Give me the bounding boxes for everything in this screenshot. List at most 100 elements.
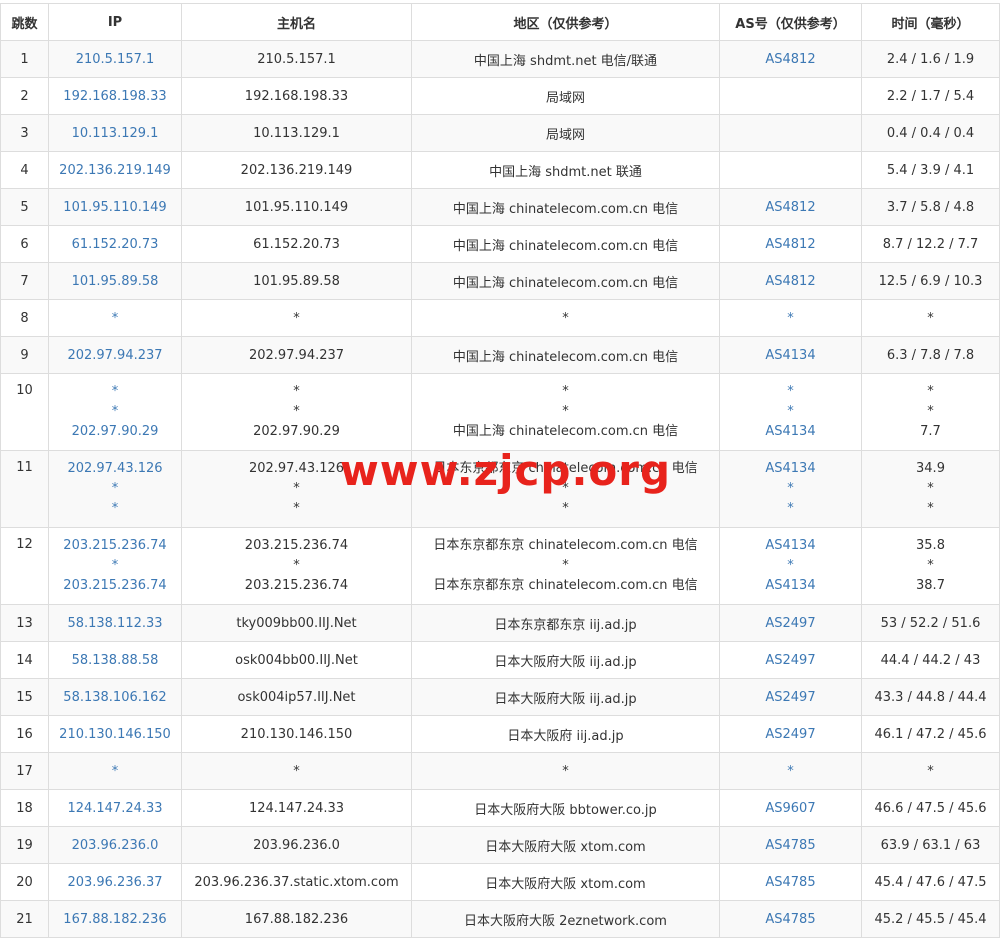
hop-cell: 15 (0, 678, 49, 716)
ip-cell-line[interactable]: * (112, 556, 119, 576)
time-cell-line: * (927, 384, 934, 399)
time-cell-value: 3.7 / 5.8 / 4.8 (886, 199, 975, 215)
time-cell-value: 53 / 52.2 / 51.6 (880, 615, 981, 631)
hostname-cell: 202.97.94.237 (181, 336, 412, 374)
asn-cell-value[interactable]: * (787, 311, 794, 326)
ip-cell-line[interactable]: * (112, 382, 119, 402)
ip-cell-line[interactable]: * (112, 402, 119, 422)
asn-cell-value[interactable]: AS2497 (765, 727, 815, 742)
table-row: 7 101.95.89.58 101.95.89.58 中国上海 chinatelec… (0, 262, 1000, 300)
time-cell: * (861, 299, 1000, 337)
time-cell-line: 7.7 (920, 424, 941, 439)
region-cell: 日本大阪府大阪 xtom.com (411, 826, 720, 864)
region-cell-line: 日本东京都东京 chinatelecom.com.cn 电信 (433, 538, 698, 553)
hostname-cell-value: osk004ip57.IIJ.Net (237, 689, 356, 705)
time-cell: 53 / 52.2 / 51.6 (861, 604, 1000, 642)
asn-cell: AS2497 (719, 604, 862, 642)
asn-cell-value[interactable]: AS4785 (765, 838, 815, 853)
time-cell-value: 8.7 / 12.2 / 7.7 (882, 236, 979, 252)
hostname-cell-value: osk004bb00.IIJ.Net (235, 652, 358, 668)
ip-cell-value[interactable]: 202.136.219.149 (59, 163, 171, 178)
ip-cell-line[interactable]: 203.215.236.74 (63, 536, 166, 556)
asn-cell-value[interactable]: AS2497 (765, 616, 815, 631)
ip-cell: 101.95.89.58 (48, 262, 182, 300)
ip-cell-line[interactable]: * (112, 499, 119, 519)
ip-cell-value[interactable]: 124.147.24.33 (67, 801, 162, 816)
ip-cell-value[interactable]: 101.95.110.149 (63, 200, 166, 215)
ip-cell-value[interactable]: 10.113.129.1 (72, 126, 159, 141)
ip-cell-value[interactable]: 203.96.236.0 (72, 838, 159, 853)
hostname-cell: * * 202.97.90.29 (181, 373, 412, 451)
ip-cell-value[interactable]: 202.97.94.237 (67, 348, 162, 363)
region-cell-line: 日本东京都东京 chinatelecom.com.cn 电信 (433, 578, 698, 593)
asn-cell-value[interactable]: AS4785 (765, 875, 815, 890)
time-cell-line: 34.9 (916, 461, 945, 476)
asn-cell: AS4134 * AS4134 (719, 527, 862, 605)
asn-cell-value[interactable]: AS4134 (765, 348, 815, 363)
asn-cell-line[interactable]: * (787, 479, 794, 499)
time-cell-value: 0.4 / 0.4 / 0.4 (886, 125, 975, 141)
ip-cell-value[interactable]: 58.138.88.58 (72, 653, 159, 668)
ip-cell-value[interactable]: 210.130.146.150 (59, 727, 171, 742)
hostname-cell: 124.147.24.33 (181, 789, 412, 827)
region-cell-value: 日本大阪府大阪 iij.ad.jp (494, 654, 637, 670)
asn-cell-line[interactable]: AS4134 (765, 459, 815, 479)
ip-cell-value[interactable]: 58.138.106.162 (63, 690, 166, 705)
hostname-cell-value: 192.168.198.33 (244, 88, 349, 104)
time-cell-value: * (927, 763, 934, 779)
asn-cell-value[interactable]: AS2497 (765, 690, 815, 705)
ip-cell: * (48, 299, 182, 337)
asn-cell-value[interactable]: AS9607 (765, 801, 815, 816)
table-row: 10 * * 202.97.90.29 * * 202.97.90.29 * * 中国上海 chi… (0, 373, 1000, 451)
ip-cell-line[interactable]: * (112, 479, 119, 499)
asn-cell-line[interactable]: AS4134 (765, 422, 815, 442)
table-row: 15 58.138.106.162 osk004ip57.IIJ.Net 日本大阪府大… (0, 678, 1000, 716)
time-cell: * * 7.7 (861, 373, 1000, 451)
ip-cell: 58.138.88.58 (48, 641, 182, 679)
asn-cell-value[interactable]: AS4812 (765, 200, 815, 215)
time-cell: 45.4 / 47.6 / 47.5 (861, 863, 1000, 901)
asn-cell (719, 77, 862, 115)
ip-cell-value[interactable]: * (112, 764, 119, 779)
asn-cell-line[interactable]: AS4134 (765, 536, 815, 556)
table-row: 4 202.136.219.149 202.136.219.149 中国上海 shdm… (0, 151, 1000, 189)
ip-cell: 202.97.94.237 (48, 336, 182, 374)
hop-cell: 14 (0, 641, 49, 679)
asn-cell-value[interactable]: * (787, 764, 794, 779)
asn-cell-line[interactable]: * (787, 402, 794, 422)
ip-cell-value[interactable]: * (112, 311, 119, 326)
time-cell-value: 6.3 / 7.8 / 7.8 (886, 347, 975, 363)
time-cell: 0.4 / 0.4 / 0.4 (861, 114, 1000, 152)
region-cell: 日本大阪府大阪 xtom.com (411, 863, 720, 901)
asn-cell-line[interactable]: * (787, 556, 794, 576)
ip-cell-value[interactable]: 61.152.20.73 (72, 237, 159, 252)
table-row: 5 101.95.110.149 101.95.110.149 中国上海 chinat… (0, 188, 1000, 226)
asn-cell-value[interactable]: AS4812 (765, 274, 815, 289)
ip-cell-line[interactable]: 202.97.43.126 (67, 459, 162, 479)
hop-cell: 18 (0, 789, 49, 827)
asn-cell-value[interactable]: AS2497 (765, 653, 815, 668)
ip-cell-value[interactable]: 192.168.198.33 (63, 89, 166, 104)
asn-cell-value[interactable]: AS4785 (765, 912, 815, 927)
hop-cell: 1 (0, 40, 49, 78)
asn-cell-value[interactable]: AS4812 (765, 52, 815, 67)
hop-cell: 19 (0, 826, 49, 864)
time-cell: 3.7 / 5.8 / 4.8 (861, 188, 1000, 226)
time-cell: 8.7 / 12.2 / 7.7 (861, 225, 1000, 263)
region-cell: 局域网 (411, 114, 720, 152)
ip-cell-value[interactable]: 58.138.112.33 (67, 616, 162, 631)
ip-cell-value[interactable]: 167.88.182.236 (63, 912, 166, 927)
ip-cell-line[interactable]: 202.97.90.29 (72, 422, 159, 442)
asn-cell: * (719, 752, 862, 790)
time-cell-line: 38.7 (916, 578, 945, 593)
ip-cell-value[interactable]: 203.96.236.37 (67, 875, 162, 890)
asn-cell: AS4134 * * (719, 450, 862, 528)
ip-cell-value[interactable]: 101.95.89.58 (72, 274, 159, 289)
asn-cell-line[interactable]: AS4134 (765, 576, 815, 596)
asn-cell-value[interactable]: AS4812 (765, 237, 815, 252)
region-cell-value: 日本大阪府大阪 bbtower.co.jp (474, 802, 657, 818)
ip-cell-value[interactable]: 210.5.157.1 (76, 52, 155, 67)
asn-cell-line[interactable]: * (787, 382, 794, 402)
asn-cell-line[interactable]: * (787, 499, 794, 519)
ip-cell-line[interactable]: 203.215.236.74 (63, 576, 166, 596)
